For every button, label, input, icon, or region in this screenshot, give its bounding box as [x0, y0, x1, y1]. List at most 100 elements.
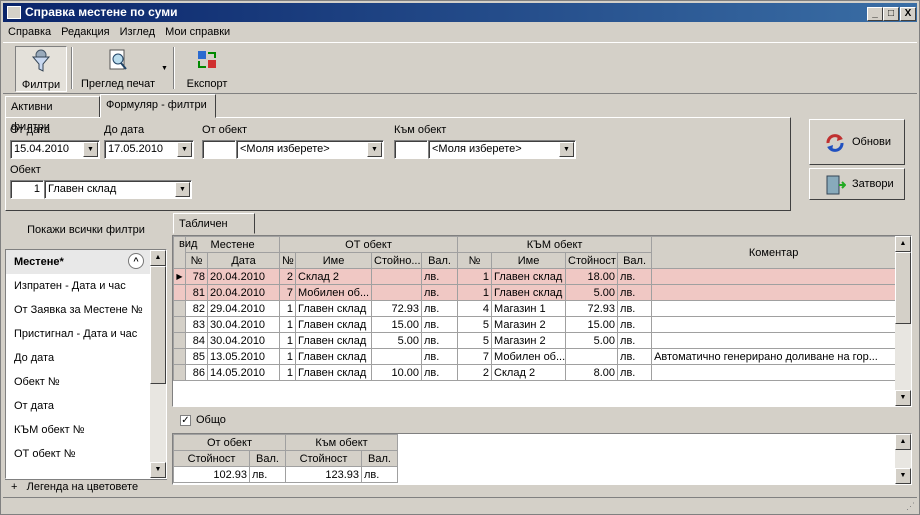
cell-fname[interactable]: Главен склад: [295, 348, 373, 365]
total-checkbox[interactable]: ✓: [180, 415, 191, 426]
cell-no[interactable]: 86: [185, 364, 208, 381]
cell-tval[interactable]: 72.93: [565, 300, 619, 317]
cell-no[interactable]: 83: [185, 316, 208, 333]
cell-tval[interactable]: 5.00: [565, 332, 619, 349]
tab-active-filters[interactable]: Активни филтри: [5, 96, 100, 133]
resize-grip-icon[interactable]: ⋰: [906, 501, 915, 512]
close-window-button[interactable]: X: [900, 7, 916, 21]
chevron-down-icon[interactable]: ▼: [177, 142, 192, 157]
cell-fname[interactable]: Склад 2: [295, 268, 373, 285]
cell-comment[interactable]: [651, 300, 897, 317]
cell-fval[interactable]: 72.93: [371, 300, 423, 317]
cell-fcur[interactable]: лв.: [421, 284, 459, 301]
from-date-field[interactable]: 15.04.2010 ▼: [10, 140, 100, 159]
cell-tcur[interactable]: лв.: [617, 268, 653, 285]
cell-comment[interactable]: [651, 364, 897, 381]
grid-scrollbar[interactable]: ▲ ▼: [895, 236, 911, 406]
cell-date[interactable]: 30.04.2010: [206, 332, 281, 349]
column-header-to-currency[interactable]: Вал.: [617, 252, 653, 269]
cell-fno[interactable]: 1: [279, 316, 297, 333]
list-item[interactable]: КЪМ обект №: [6, 418, 166, 442]
cell-fno[interactable]: 2: [279, 268, 297, 285]
cell-comment[interactable]: [651, 316, 897, 333]
cell-no[interactable]: 82: [185, 300, 208, 317]
cell-tno[interactable]: 1: [457, 284, 493, 301]
cell-fno[interactable]: 1: [279, 332, 297, 349]
cell-fname[interactable]: Мобилен об...: [295, 284, 373, 301]
cell-tcur[interactable]: лв.: [617, 316, 653, 333]
cell-fno[interactable]: 1: [279, 348, 297, 365]
object-code-field[interactable]: 1: [10, 180, 44, 199]
list-item[interactable]: До дата: [6, 346, 166, 370]
cell-tval[interactable]: 5.00: [565, 284, 619, 301]
cell-tname[interactable]: Магазин 1: [491, 300, 567, 317]
list-item[interactable]: От дата: [6, 394, 166, 418]
scroll-down-icon[interactable]: ▼: [895, 468, 911, 484]
cell-tcur[interactable]: лв.: [617, 284, 653, 301]
table-row[interactable]: 83 30.04.2010 1 Главен склад 15.00 лв. 5 Магази…: [173, 316, 897, 333]
collapse-icon[interactable]: ^: [128, 253, 144, 269]
chevron-down-icon[interactable]: ▼: [83, 142, 98, 157]
column-header-no[interactable]: №: [185, 252, 208, 269]
column-header-from-no[interactable]: №: [279, 252, 297, 269]
cell-date[interactable]: 29.04.2010: [206, 300, 281, 317]
scroll-up-icon[interactable]: ▲: [150, 250, 166, 266]
cell-fno[interactable]: 7: [279, 284, 297, 301]
cell-no[interactable]: 85: [185, 348, 208, 365]
cell-fval[interactable]: 5.00: [371, 332, 423, 349]
cell-fval[interactable]: 10.00: [371, 364, 423, 381]
cell-fno[interactable]: 1: [279, 300, 297, 317]
menu-my-reports[interactable]: Мои справки: [160, 23, 235, 41]
column-header-from-name[interactable]: Име: [295, 252, 373, 269]
cell-comment[interactable]: [651, 332, 897, 349]
cell-fval[interactable]: [371, 284, 423, 301]
cell-fval[interactable]: [371, 268, 423, 285]
list-header[interactable]: Местене* ^: [6, 250, 166, 274]
menu-edit[interactable]: Редакция: [56, 23, 114, 41]
scroll-up-icon[interactable]: ▲: [895, 434, 911, 450]
table-row[interactable]: 86 14.05.2010 1 Главен склад 10.00 лв. 2 Склад …: [173, 364, 897, 381]
cell-comment[interactable]: Автоматично генерирано доливане на гор..…: [651, 348, 897, 365]
cell-tname[interactable]: Главен склад: [491, 268, 567, 285]
cell-tval[interactable]: 8.00: [565, 364, 619, 381]
cell-no[interactable]: 78: [185, 268, 208, 285]
cell-fcur[interactable]: лв.: [421, 364, 459, 381]
cell-fval[interactable]: [371, 348, 423, 365]
cell-fcur[interactable]: лв.: [421, 268, 459, 285]
column-header-date[interactable]: Дата: [206, 252, 281, 269]
table-row[interactable]: 84 30.04.2010 1 Главен склад 5.00 лв. 5 Магазин…: [173, 332, 897, 349]
cell-fcur[interactable]: лв.: [421, 300, 459, 317]
cell-fcur[interactable]: лв.: [421, 348, 459, 365]
cell-no[interactable]: 81: [185, 284, 208, 301]
minimize-button[interactable]: _: [867, 7, 883, 21]
cell-tname[interactable]: Мобилен об...: [491, 348, 567, 365]
chevron-down-icon[interactable]: ▼: [367, 142, 382, 157]
show-all-filters-button[interactable]: Покажи всички филтри: [5, 213, 167, 247]
row-indicator[interactable]: [173, 316, 186, 333]
scroll-thumb[interactable]: [895, 252, 911, 324]
scroll-down-icon[interactable]: ▼: [150, 462, 166, 478]
cell-fname[interactable]: Главен склад: [295, 300, 373, 317]
cell-tno[interactable]: 7: [457, 348, 493, 365]
cell-tname[interactable]: Склад 2: [491, 364, 567, 381]
column-header-from-currency[interactable]: Вал.: [421, 252, 459, 269]
cell-date[interactable]: 14.05.2010: [206, 364, 281, 381]
from-object-code-field[interactable]: [202, 140, 236, 159]
list-item[interactable]: Пристигнал - Дата и час: [6, 322, 166, 346]
column-header-to-name[interactable]: Име: [491, 252, 567, 269]
menu-report[interactable]: Справка: [3, 23, 56, 41]
to-object-select[interactable]: <Моля изберете> ▼: [428, 140, 576, 159]
cell-tno[interactable]: 5: [457, 316, 493, 333]
list-item[interactable]: От Заявка за Местене №: [6, 298, 166, 322]
cell-tcur[interactable]: лв.: [617, 364, 653, 381]
cell-comment[interactable]: [651, 284, 897, 301]
column-header-comment[interactable]: Коментар: [651, 236, 897, 269]
current-row-indicator-icon[interactable]: ▶: [173, 268, 186, 285]
cell-fno[interactable]: 1: [279, 364, 297, 381]
cell-tcur[interactable]: лв.: [617, 348, 653, 365]
cell-no[interactable]: 84: [185, 332, 208, 349]
cell-date[interactable]: 20.04.2010: [206, 268, 281, 285]
row-indicator[interactable]: [173, 284, 186, 301]
scroll-thumb[interactable]: [150, 266, 166, 384]
cell-tval[interactable]: 18.00: [565, 268, 619, 285]
